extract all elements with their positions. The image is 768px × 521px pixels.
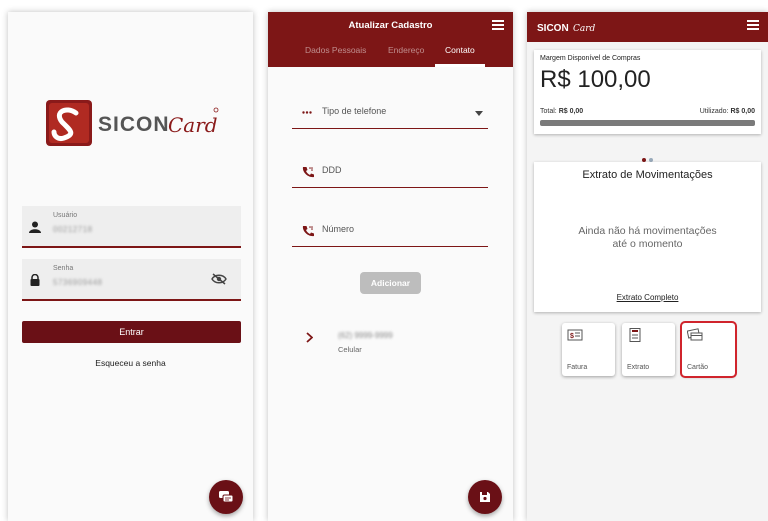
- used-text: Utilizado: R$ 0,00: [700, 108, 755, 115]
- empty-statement-message: Ainda não há movimentações até o momento: [534, 225, 761, 250]
- phone-icon: [302, 167, 314, 178]
- statement-button[interactable]: Extrato: [622, 323, 675, 376]
- active-tab-indicator: [435, 64, 485, 67]
- statement-card: Extrato de Movimentações Ainda não há mo…: [534, 162, 761, 312]
- card-label: Cartão: [687, 364, 709, 371]
- contact-number: (62) 9999-9999: [338, 331, 393, 340]
- chat-icon: [219, 491, 234, 503]
- ddd-input[interactable]: DDD: [292, 158, 488, 188]
- siconcard-logo: SICON Card: [46, 100, 219, 146]
- app-bar: SICON Card: [527, 12, 768, 42]
- card-icon: [687, 328, 703, 341]
- contact-type: Celular: [338, 345, 362, 354]
- number-input[interactable]: Número: [292, 217, 488, 247]
- invoice-icon: $: [567, 329, 583, 341]
- tab-personal-data[interactable]: Dados Pessoais: [305, 45, 366, 55]
- save-button[interactable]: [468, 480, 502, 514]
- statement-icon: [629, 328, 641, 342]
- total-value: R$ 0,00: [558, 108, 584, 115]
- password-value: 5736909448: [53, 278, 103, 287]
- margin-card: Margem Disponível de Compras R$ 100,00 T…: [534, 50, 761, 134]
- tab-contact[interactable]: Contato: [445, 45, 475, 55]
- lock-icon: [30, 274, 40, 286]
- add-button[interactable]: Adicionar: [360, 272, 421, 294]
- phone-icon: [302, 226, 314, 237]
- empty-message-line-1: Ainda não há movimentações: [578, 225, 717, 237]
- empty-message-line-2: até o momento: [612, 237, 683, 250]
- invoice-button[interactable]: $ Fatura: [562, 323, 615, 376]
- svg-text:Card: Card: [573, 24, 596, 34]
- menu-icon[interactable]: [492, 20, 504, 30]
- username-value: 00212718: [53, 225, 93, 234]
- svg-text:SICON: SICON: [98, 113, 170, 136]
- margin-title: Margem Disponível de Compras: [540, 55, 641, 62]
- phone-type-select[interactable]: Tipo de telefone: [292, 99, 488, 129]
- used-value: R$ 0,00: [730, 108, 755, 115]
- dropdown-arrow-icon: [475, 111, 483, 116]
- svg-text:Card: Card: [168, 113, 218, 137]
- app-bar: Atualizar Cadastro Dados Pessoais Endere…: [268, 12, 513, 67]
- chevron-right-icon[interactable]: [306, 332, 313, 343]
- phone-type-label: Tipo de telefone: [322, 106, 387, 116]
- margin-value: R$ 100,00: [540, 66, 651, 93]
- menu-icon[interactable]: [747, 20, 759, 30]
- eye-off-icon[interactable]: [211, 273, 227, 285]
- username-field[interactable]: Usuário 00212718: [22, 206, 241, 248]
- statement-label: Extrato: [627, 364, 650, 371]
- username-label: Usuário: [53, 212, 78, 219]
- update-registration-screen: Atualizar Cadastro Dados Pessoais Endere…: [268, 12, 513, 521]
- enter-button[interactable]: Entrar: [22, 321, 241, 343]
- svg-text:$: $: [570, 333, 574, 340]
- card-button[interactable]: Cartão: [680, 321, 737, 378]
- password-label: Senha: [53, 265, 74, 272]
- full-statement-link[interactable]: Extrato Completo: [534, 293, 761, 302]
- number-label: Número: [322, 224, 355, 234]
- chat-button[interactable]: [209, 480, 243, 514]
- forgot-password-link[interactable]: Esqueceu a senha: [8, 358, 253, 368]
- svg-text:SICON: SICON: [537, 23, 569, 34]
- save-icon: [480, 492, 490, 502]
- invoice-label: Fatura: [567, 364, 588, 371]
- more-icon: [302, 111, 312, 114]
- screen-title: Atualizar Cadastro: [348, 20, 433, 31]
- total-text: Total: R$ 0,00: [540, 108, 583, 115]
- user-icon: [29, 221, 41, 233]
- home-screen: SICON Card Margem Disponível de Compras …: [527, 12, 768, 521]
- app-screenshots: SICON Card Usuário 00212718 Senha 573690…: [0, 0, 768, 521]
- total-label: Total:: [540, 108, 557, 115]
- usage-progress-bar: [540, 120, 755, 126]
- ddd-label: DDD: [322, 165, 342, 175]
- siconcard-logo: SICON Card: [537, 23, 596, 34]
- password-field[interactable]: Senha 5736909448: [22, 259, 241, 301]
- used-label: Utilizado:: [699, 108, 729, 115]
- login-screen: SICON Card Usuário 00212718 Senha 573690…: [8, 12, 253, 521]
- statement-title: Extrato de Movimentações: [582, 169, 713, 181]
- tab-address[interactable]: Endereço: [388, 45, 424, 55]
